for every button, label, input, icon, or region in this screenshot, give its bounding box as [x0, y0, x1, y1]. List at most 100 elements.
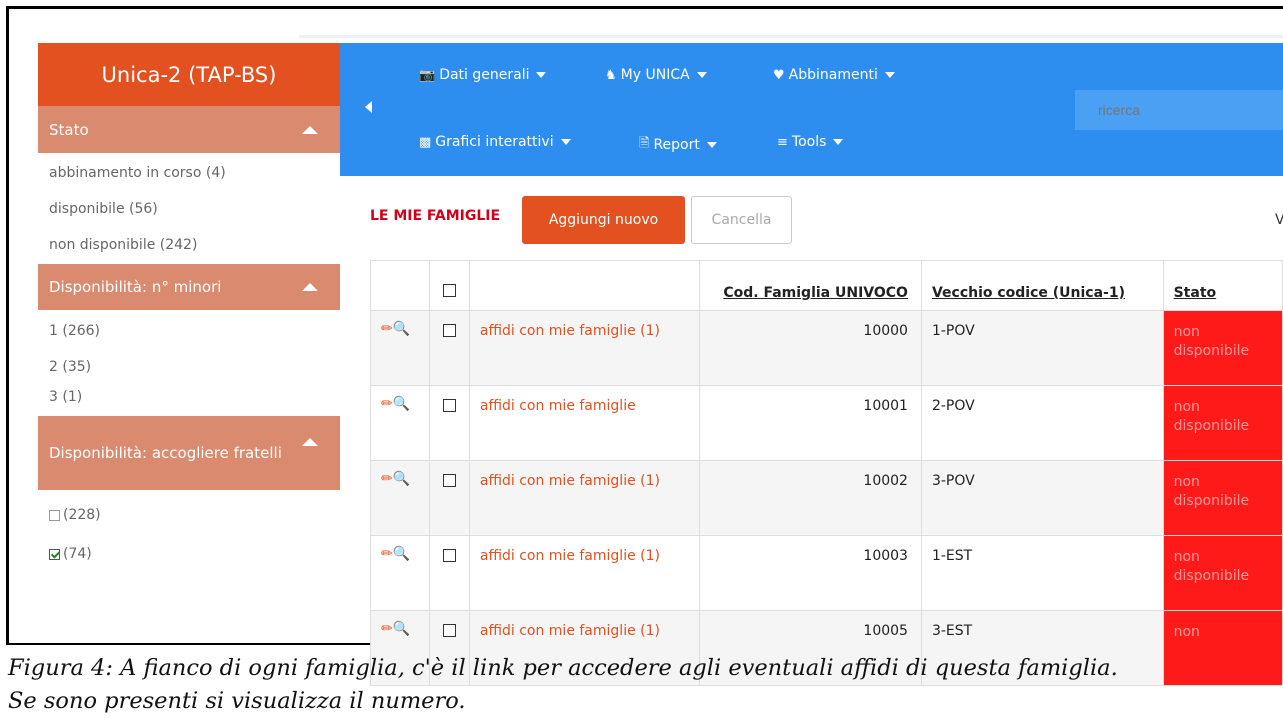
column-header-old-code[interactable]: Vecchio codice (Unica-1) — [920, 260, 1164, 311]
nav-my-unica[interactable]: ♞ My UNICA — [605, 67, 707, 83]
status-text: non — [1173, 399, 1200, 415]
checkbox-icon[interactable] — [49, 509, 60, 521]
status-text: non — [1173, 324, 1200, 340]
affidi-link[interactable]: affidi con mie famiglie (1) — [468, 310, 700, 386]
filter-option-checked[interactable]: (74) — [38, 536, 340, 572]
old-code: 1-EST — [920, 535, 1164, 611]
database-icon: ≡ — [777, 134, 788, 150]
collapse-caret-icon[interactable] — [302, 438, 318, 446]
nav-label: Abbinamenti — [788, 67, 878, 83]
row-checkbox[interactable] — [443, 549, 457, 562]
affidi-link[interactable]: affidi con mie famiglie (1) — [468, 535, 700, 611]
status-text: non — [1173, 624, 1200, 640]
families-table: Cod. Famiglia UNIVOCO Vecchio codice (Un… — [369, 260, 1283, 686]
section-title: Disponibilità: accogliere fratelli — [49, 443, 282, 462]
dropdown-caret-icon — [696, 72, 707, 78]
checked-checkbox-icon[interactable] — [49, 548, 60, 560]
row-checkbox[interactable] — [443, 474, 457, 487]
row-actions: ✏🔍 — [369, 385, 431, 461]
status-text: non — [1173, 549, 1200, 565]
row-checkbox-cell — [429, 535, 470, 611]
filter-option[interactable]: 3 (1) — [38, 385, 340, 409]
heart-icon: ♥ — [773, 67, 785, 83]
top-strip — [299, 35, 1283, 38]
select-all-checkbox[interactable] — [443, 284, 457, 297]
filter-option[interactable]: 1 (266) — [38, 313, 340, 349]
search-icon[interactable]: 🔍 — [393, 471, 410, 487]
nav-label: Grafici interattivi — [435, 134, 554, 150]
filter-option[interactable]: non disponibile (242) — [38, 227, 340, 263]
row-checkbox-cell — [429, 460, 470, 536]
section-title: Disponibilità: n° minori — [49, 278, 222, 296]
dropdown-caret-icon — [833, 139, 844, 145]
nav-label: Dati generali — [439, 67, 530, 83]
status-text: non — [1173, 474, 1200, 490]
caption-line: Se sono presenti si visualizza il numero… — [8, 688, 466, 714]
collapse-caret-icon[interactable] — [302, 125, 318, 134]
page-title: LE MIE FAMIGLIE — [370, 208, 501, 224]
edit-pencil-icon[interactable]: ✏ — [381, 396, 393, 412]
edit-pencil-icon[interactable]: ✏ — [381, 471, 393, 487]
nav-abbinamenti[interactable]: ♥ Abbinamenti — [773, 67, 895, 83]
cancel-button[interactable]: Cancella — [691, 196, 792, 244]
nav-tools[interactable]: ≡ Tools — [777, 134, 844, 150]
top-nav-bar: 📷 Dati generali ♞ My UNICA ♥ Abbinamenti… — [340, 43, 1283, 176]
affidi-link[interactable]: affidi con mie famiglie — [468, 385, 700, 461]
section-header-stato[interactable]: Stato — [38, 106, 340, 153]
caption-line: Figura 4: A fianco di ogni famiglia, c'è… — [8, 655, 1118, 681]
search-icon[interactable]: 🔍 — [393, 396, 410, 412]
row-checkbox[interactable] — [443, 324, 457, 337]
affidi-link[interactable]: affidi con mie famiglie (1) — [468, 460, 700, 536]
collapse-caret-icon[interactable] — [302, 283, 318, 291]
collapse-sidebar-icon[interactable] — [365, 101, 372, 113]
status-text: disponibile — [1173, 493, 1250, 509]
row-actions: ✏🔍 — [369, 460, 431, 536]
family-code: 10000 — [698, 310, 922, 386]
sidebar: Unica-2 (TAP-BS) Stato abbinamento in co… — [38, 43, 340, 643]
camera-icon: 📷 — [419, 67, 436, 83]
filter-option-label: (74) — [63, 546, 92, 562]
section-title: Stato — [49, 120, 89, 139]
row-actions: ✏🔍 — [369, 310, 431, 386]
filter-option[interactable]: 2 (35) — [38, 349, 340, 385]
search-input[interactable] — [1075, 90, 1283, 130]
dropdown-caret-icon — [560, 139, 571, 145]
nav-label: Tools — [791, 134, 827, 150]
nav-report[interactable]: 🗎 Report — [639, 134, 717, 156]
dropdown-caret-icon — [884, 72, 895, 78]
edit-pencil-icon[interactable]: ✏ — [381, 546, 393, 562]
row-checkbox[interactable] — [443, 399, 457, 412]
app-title: Unica-2 (TAP-BS) — [38, 43, 340, 106]
edit-pencil-icon[interactable]: ✏ — [381, 321, 393, 337]
row-checkbox-cell — [429, 385, 470, 461]
figure-caption: Figura 4: A fianco di ogni famiglia, c'è… — [8, 652, 1283, 718]
filter-option[interactable]: abbinamento in corso (4) — [38, 155, 340, 191]
column-header-code[interactable]: Cod. Famiglia UNIVOCO — [698, 260, 922, 311]
edit-pencil-icon[interactable]: ✏ — [381, 621, 393, 637]
table-row: ✏🔍 affidi con mie famiglie (1) 10003 1-E… — [369, 535, 1283, 611]
nav-grafici-interattivi[interactable]: ▩ Grafici interattivi — [419, 134, 571, 150]
section-header-fratelli[interactable]: Disponibilità: accogliere fratelli — [38, 416, 340, 490]
filter-option[interactable]: disponibile (56) — [38, 191, 340, 227]
row-checkbox[interactable] — [443, 624, 457, 637]
table-row: ✏🔍 affidi con mie famiglie (1) 10002 3-P… — [369, 460, 1283, 536]
row-actions: ✏🔍 — [369, 535, 431, 611]
row-checkbox-cell — [429, 310, 470, 386]
old-code: 1-POV — [920, 310, 1164, 386]
dropdown-caret-icon — [536, 72, 547, 78]
search-icon[interactable]: 🔍 — [393, 321, 410, 337]
add-new-button[interactable]: Aggiungi nuovo — [522, 196, 685, 244]
actions-header — [369, 260, 431, 311]
dropdown-caret-icon — [706, 142, 717, 148]
nav-dati-generali[interactable]: 📷 Dati generali — [419, 67, 547, 83]
section-header-minori[interactable]: Disponibilità: n° minori — [38, 264, 340, 310]
sitemap-icon: ♞ — [605, 67, 617, 83]
search-icon[interactable]: 🔍 — [393, 621, 410, 637]
filter-option-unchecked[interactable]: (228) — [38, 497, 340, 533]
filter-option-label: (228) — [63, 507, 101, 523]
old-code: 3-POV — [920, 460, 1164, 536]
search-icon[interactable]: 🔍 — [393, 546, 410, 562]
status-cell: non disponibile — [1162, 535, 1283, 611]
column-header-status[interactable]: Stato — [1162, 260, 1283, 311]
select-all-header — [429, 260, 470, 311]
